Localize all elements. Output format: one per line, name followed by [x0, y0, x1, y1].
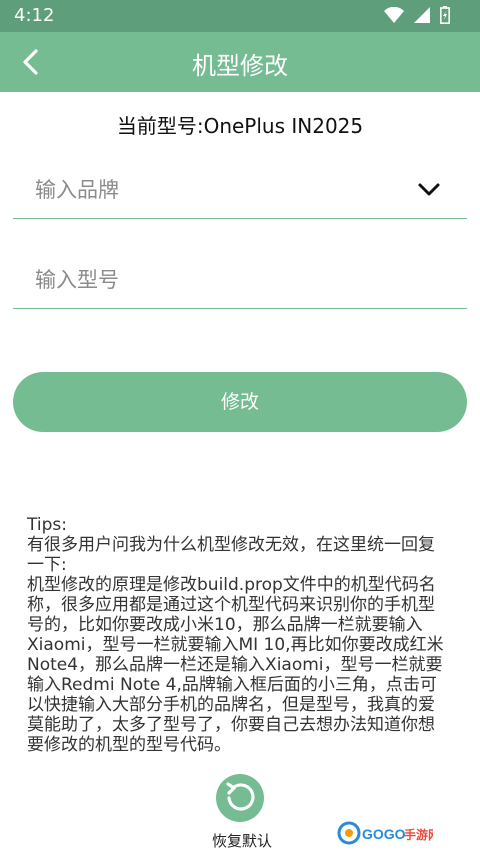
current-model-text: 当前型号:OnePlus IN2025	[116, 114, 364, 138]
svg-text:GOGO: GOGO	[362, 826, 406, 842]
signal-icon	[414, 7, 430, 23]
modify-button[interactable]: 修改	[13, 372, 467, 432]
battery-icon	[440, 6, 450, 24]
restore-icon	[226, 782, 255, 811]
status-time: 4:12	[14, 5, 55, 26]
restore-icon-circle[interactable]	[216, 774, 264, 822]
tips-text: Tips: 有很多用户问我为什么机型修改无效，在这里统一回复一下: 机型修改的原…	[27, 515, 444, 755]
restore-default-label: 恢复默认	[212, 832, 273, 850]
watermark-logo: GOGO 手游网	[337, 820, 440, 846]
model-input-placeholder: 输入型号	[35, 268, 119, 292]
status-bar: 4:12	[0, 0, 480, 32]
app-bar: 机型修改	[0, 32, 480, 92]
restore-default-button[interactable]: 恢复默认	[212, 774, 273, 851]
status-icons	[384, 6, 450, 24]
wifi-icon	[384, 7, 404, 23]
chevron-down-icon[interactable]	[417, 177, 441, 201]
brand-input[interactable]: 输入品牌	[13, 160, 467, 219]
watermark-icon: GOGO 手游网	[337, 821, 440, 845]
page-title: 机型修改	[192, 52, 288, 80]
brand-input-placeholder: 输入品牌	[35, 178, 119, 202]
svg-text:手游网: 手游网	[404, 827, 433, 842]
model-input[interactable]: 输入型号	[13, 250, 467, 309]
